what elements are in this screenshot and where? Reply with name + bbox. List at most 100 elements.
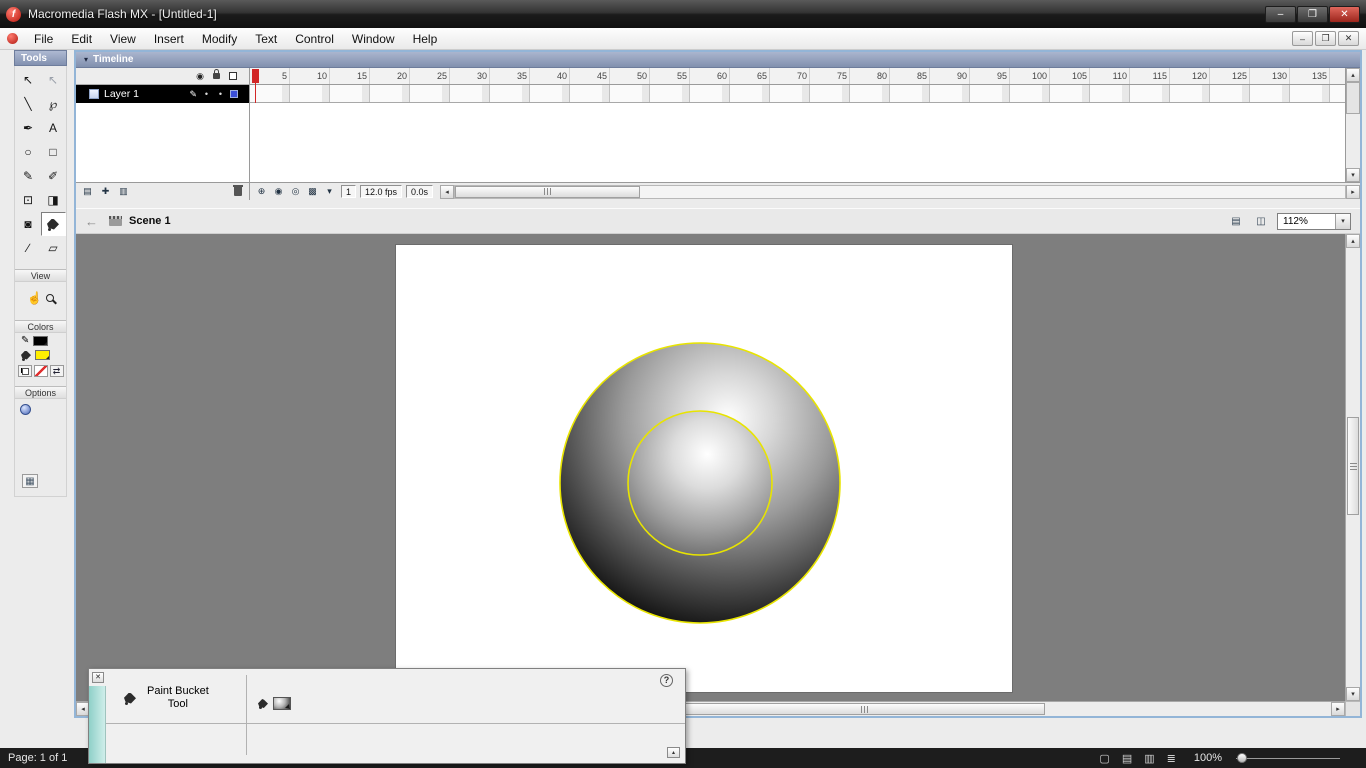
arrow-tool[interactable]: ↖ xyxy=(16,68,41,92)
work-area[interactable]: ▴ ▾ ◂ ▸ xyxy=(76,234,1360,716)
edit-scene-button[interactable]: ▤ xyxy=(1227,214,1245,229)
stage-scroll-up-button[interactable]: ▴ xyxy=(1346,234,1360,248)
default-colors-button[interactable] xyxy=(17,365,32,377)
stage-scroll-down-button[interactable]: ▾ xyxy=(1346,687,1360,701)
scroll-up-button[interactable]: ▴ xyxy=(1346,68,1360,82)
eyedropper-tool[interactable]: ∕ xyxy=(16,236,41,260)
page-continuous-icon[interactable]: ▥ xyxy=(1144,752,1154,765)
menu-text[interactable]: Text xyxy=(246,29,286,49)
zoom-tool[interactable] xyxy=(45,286,54,310)
lasso-tool[interactable]: ℘ xyxy=(41,92,66,116)
modify-onion-markers-button[interactable]: ▾ xyxy=(322,185,337,198)
page-single-icon[interactable]: ▢ xyxy=(1099,752,1109,765)
timeline-vscroll-thumb[interactable] xyxy=(1346,82,1360,114)
rectangle-tool[interactable]: □ xyxy=(41,140,66,164)
layer-visible-dot[interactable]: • xyxy=(202,89,211,99)
layer-lock-dot[interactable]: • xyxy=(216,89,225,99)
page-facing-icon[interactable]: ▤ xyxy=(1122,752,1132,765)
menu-file[interactable]: File xyxy=(25,29,62,49)
page-thumbnails-icon[interactable]: ≣ xyxy=(1167,752,1176,765)
brush-tool[interactable]: ✐ xyxy=(41,164,66,188)
menu-edit[interactable]: Edit xyxy=(62,29,101,49)
hand-tool[interactable]: ☝ xyxy=(27,286,42,310)
zoom-combobox[interactable]: 112% ▾ xyxy=(1277,212,1351,230)
timeline-header[interactable]: ▾ Timeline xyxy=(76,52,1360,68)
layer-row[interactable]: Layer 1 ✎ • • xyxy=(76,85,249,103)
zoom-slider[interactable] xyxy=(1236,748,1340,768)
stage-hscroll-thumb[interactable] xyxy=(685,703,1045,715)
eraser-tool[interactable]: ▱ xyxy=(41,236,66,260)
zoom-dropdown-arrow[interactable]: ▾ xyxy=(1335,213,1350,229)
panel-close-button[interactable]: ✕ xyxy=(92,672,104,683)
drawing-sphere[interactable] xyxy=(396,245,1012,692)
no-color-button[interactable] xyxy=(33,365,48,377)
playhead[interactable] xyxy=(252,69,259,83)
line-tool[interactable]: ╲ xyxy=(16,92,41,116)
stage-vertical-scrollbar[interactable]: ▴ ▾ xyxy=(1345,234,1360,701)
text-tool[interactable]: A xyxy=(41,116,66,140)
minimize-button[interactable]: – xyxy=(1265,5,1296,23)
close-button[interactable]: ✕ xyxy=(1329,5,1360,23)
insert-layer-button[interactable]: ▤ xyxy=(80,185,95,198)
scroll-left-button[interactable]: ◂ xyxy=(440,184,455,199)
free-transform-tool[interactable]: ⊡ xyxy=(16,188,41,212)
onion-skin-button[interactable]: ◉ xyxy=(271,185,286,198)
fill-color-swatch[interactable] xyxy=(35,350,50,360)
lock-fill-button[interactable]: ▦ xyxy=(22,474,38,488)
panel-expander-button[interactable]: ▴ xyxy=(667,747,680,758)
menu-view[interactable]: View xyxy=(101,29,145,49)
stage-canvas[interactable] xyxy=(396,245,1012,692)
collapse-arrow-icon[interactable]: ▾ xyxy=(84,55,88,64)
gap-size-button[interactable] xyxy=(20,404,31,418)
zoom-value[interactable]: 112% xyxy=(1278,216,1335,227)
oval-tool[interactable]: ○ xyxy=(16,140,41,164)
maximize-button[interactable]: ❐ xyxy=(1297,5,1328,23)
timeline-hscroll-thumb[interactable] xyxy=(455,185,641,198)
frame-area[interactable]: 5 10 15 20 25 30 35 40 45 50 55 60 65 70 75 80 85 90 95 100… xyxy=(250,68,1345,182)
menu-control[interactable]: Control xyxy=(286,29,343,49)
menu-window[interactable]: Window xyxy=(343,29,404,49)
frame-rate-indicator[interactable]: 12.0 fps xyxy=(360,185,403,198)
layer-frames-row[interactable] xyxy=(250,85,1345,103)
timeline-hscroll-track[interactable] xyxy=(454,184,1346,199)
delete-layer-icon[interactable] xyxy=(233,185,243,196)
scroll-down-button[interactable]: ▾ xyxy=(1346,168,1360,182)
swap-colors-button[interactable]: ⇄ xyxy=(49,365,64,377)
outline-icon[interactable] xyxy=(229,72,237,80)
gradient-fill-swatch[interactable] xyxy=(273,697,291,710)
menu-modify[interactable]: Modify xyxy=(193,29,246,49)
show-hide-icon[interactable]: ◉ xyxy=(196,71,204,82)
onion-skin-outlines-button[interactable]: ◎ xyxy=(288,185,303,198)
fill-transform-tool[interactable]: ◨ xyxy=(41,188,66,212)
insert-layer-folder-button[interactable]: ▥ xyxy=(116,185,131,198)
help-button[interactable]: ? xyxy=(660,674,673,687)
timeline-horizontal-scrollbar[interactable]: ◂ ▸ xyxy=(440,183,1360,200)
menu-help[interactable]: Help xyxy=(404,29,447,49)
zoom-slider-knob[interactable] xyxy=(1237,753,1247,763)
edit-multiple-frames-button[interactable]: ▩ xyxy=(305,185,320,198)
subselection-tool[interactable]: ↖ xyxy=(41,68,66,92)
paint-bucket-tool[interactable] xyxy=(40,212,66,236)
mdi-minimize-button[interactable]: – xyxy=(1292,31,1313,46)
lock-icon[interactable] xyxy=(213,69,220,79)
stage-scroll-right-button[interactable]: ▸ xyxy=(1331,702,1345,716)
ink-bottle-tool[interactable]: ◙ xyxy=(16,212,41,236)
mdi-close-button[interactable]: ✕ xyxy=(1338,31,1359,46)
center-frame-button[interactable]: ⊕ xyxy=(254,185,269,198)
add-motion-guide-button[interactable]: ✚ xyxy=(98,185,113,198)
stroke-color-swatch[interactable] xyxy=(33,335,49,346)
zoom-slider-track[interactable] xyxy=(1236,758,1340,759)
stage-vscroll-thumb[interactable] xyxy=(1347,417,1359,515)
frame-ruler[interactable]: 5 10 15 20 25 30 35 40 45 50 55 60 65 70 75 80 85 90 95 100… xyxy=(250,68,1345,85)
layer-name[interactable]: Layer 1 xyxy=(104,88,139,100)
scroll-right-button[interactable]: ▸ xyxy=(1346,184,1360,199)
timeline-vertical-scrollbar[interactable]: ▴ ▾ xyxy=(1345,68,1360,182)
mdi-restore-button[interactable]: ❐ xyxy=(1315,31,1336,46)
menu-insert[interactable]: Insert xyxy=(145,29,193,49)
edit-symbols-button[interactable]: ◫ xyxy=(1252,214,1270,229)
pencil-tool[interactable]: ✎ xyxy=(16,164,41,188)
layer-outline-color[interactable] xyxy=(230,90,238,98)
back-button[interactable]: ← xyxy=(85,214,98,229)
tools-panel-header[interactable]: Tools xyxy=(14,50,67,66)
pen-tool[interactable]: ✒ xyxy=(16,116,41,140)
